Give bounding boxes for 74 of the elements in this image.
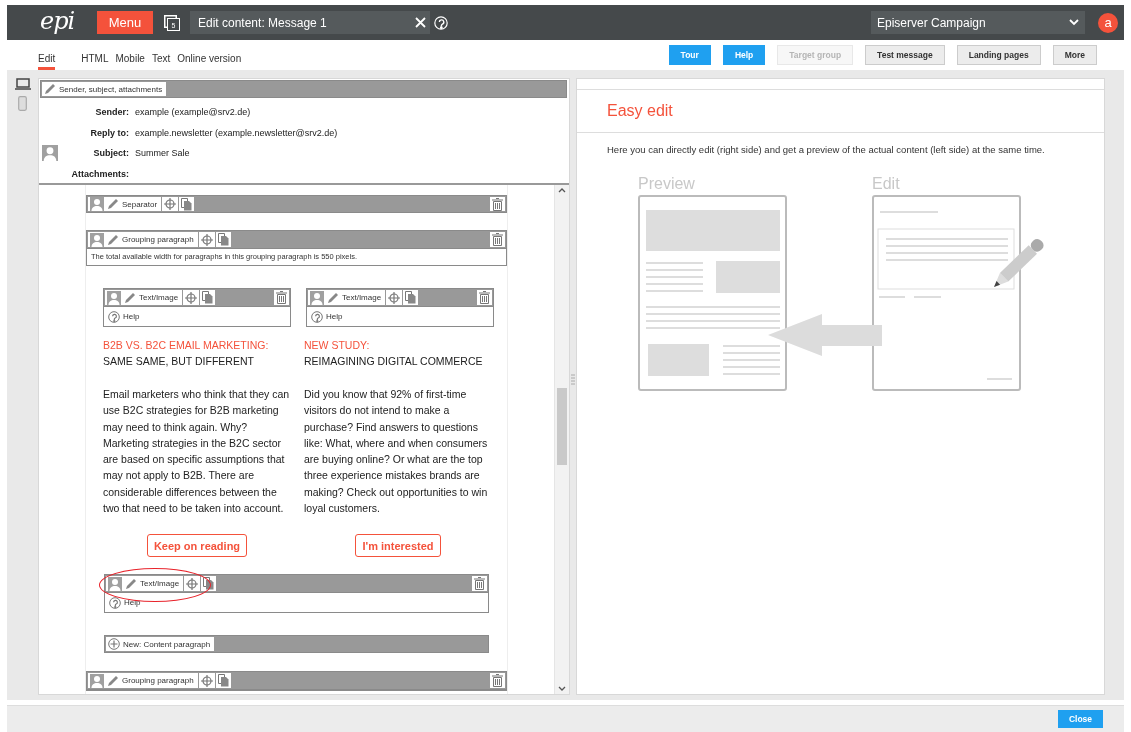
scrollbar[interactable]: [554, 185, 569, 694]
block-label: Text/Image: [342, 293, 383, 302]
copy-icon[interactable]: [181, 197, 193, 211]
block-label: New: Content paragraph: [123, 639, 212, 649]
panel-description: Here you can directly edit (right side) and get a preview of the actual content (left side) at the same time.: [607, 144, 1046, 155]
block-label: Grouping paragraph: [122, 235, 195, 244]
article-subheadline: SAME SAME, BUT DIFFERENT: [103, 354, 255, 369]
trash-icon[interactable]: [474, 577, 485, 591]
copy-icon[interactable]: [217, 674, 229, 688]
copy-icon[interactable]: [217, 233, 229, 246]
scrollbar-thumb[interactable]: [557, 388, 567, 465]
pencil-icon[interactable]: [44, 83, 56, 95]
pencil-icon[interactable]: [124, 291, 136, 304]
logo[interactable]: epi: [40, 5, 96, 36]
help-icon[interactable]: [109, 596, 121, 609]
crosshair-icon[interactable]: [388, 291, 401, 304]
panel-title: Easy edit: [607, 102, 673, 120]
crosshair-icon[interactable]: [186, 577, 199, 590]
article-headline: NEW STUDY:: [304, 338, 371, 353]
crosshair-icon[interactable]: [200, 674, 213, 687]
help-link[interactable]: Help: [326, 312, 343, 321]
block-label: Text/Image: [139, 293, 180, 302]
chevron-down-icon: [1069, 19, 1079, 26]
cta-button[interactable]: I'm interested: [355, 534, 441, 558]
field-label: Reply to:: [89, 127, 129, 138]
pencil-icon[interactable]: [125, 577, 137, 590]
action-button[interactable]: More: [1052, 45, 1097, 65]
campaign-dropdown[interactable]: Episerver Campaign: [871, 11, 1085, 34]
pencil-icon[interactable]: [107, 233, 119, 246]
copy-icon[interactable]: [202, 291, 214, 304]
block-label: Separator: [122, 199, 159, 209]
scroll-down-icon[interactable]: [558, 686, 566, 692]
crosshair-icon[interactable]: [185, 291, 198, 304]
block-label: Grouping paragraph: [122, 676, 195, 686]
help-icon[interactable]: [311, 310, 323, 323]
article-subheadline: REIMAGINING DIGITAL COMMERCE: [304, 354, 484, 369]
article-body: Did you know that 92% of first-time visitors do not intend to make a purchase? Find answers to questions like: What, where and when consumers are buying online? Or what are the top three experience mistakes brands are making? Check out opportunities to win loyal customers.: [304, 387, 489, 517]
scroll-up-icon[interactable]: [558, 187, 566, 193]
field-label: Subject:: [92, 148, 129, 159]
copy-icon[interactable]: [405, 291, 417, 304]
action-button[interactable]: Test message: [865, 45, 945, 65]
help-link[interactable]: Help: [124, 598, 141, 608]
block-label: Sender, subject, attachments: [59, 84, 164, 94]
document-tab[interactable]: Edit content: Message 1: [190, 11, 430, 34]
view-tab[interactable]: Text: [151, 53, 171, 70]
action-button[interactable]: Landing pages: [956, 45, 1041, 65]
field-label: Attachments:: [70, 168, 129, 179]
trash-icon[interactable]: [492, 233, 503, 246]
pencil-icon[interactable]: [327, 291, 339, 304]
field-value: example.newsletter (example.newsletter@srv2.de): [135, 127, 338, 138]
article-body: Email marketers who think that they can use B2C strategies for B2B marketing may need to think again. Why? Marketing strategies in the B2C sector are based on specific assumptions that may not apply to B2B. There are considerable differences between the two that need to be taken into account.: [103, 387, 291, 517]
close-icon[interactable]: [415, 17, 426, 28]
field-value: Summer Sale: [135, 148, 190, 159]
view-tab[interactable]: Mobile: [115, 53, 145, 70]
help-link[interactable]: Help: [123, 312, 140, 321]
field-value: example (example@srv2.de): [135, 107, 251, 118]
view-tab[interactable]: HTML: [81, 53, 109, 70]
trash-icon[interactable]: [492, 197, 503, 211]
user-icon: [42, 145, 58, 162]
copy-icon[interactable]: [203, 577, 215, 591]
help-icon[interactable]: [108, 310, 120, 323]
laptop-icon[interactable]: [14, 78, 31, 90]
trash-icon[interactable]: [492, 674, 503, 688]
article-headline: B2B VS. B2C EMAIL MARKETING:: [103, 338, 270, 353]
crosshair-icon[interactable]: [200, 233, 213, 246]
trash-icon[interactable]: [479, 291, 490, 304]
trash-icon[interactable]: [276, 291, 287, 304]
pencil-icon[interactable]: [107, 674, 119, 687]
field-label: Sender:: [94, 107, 129, 118]
crosshair-icon[interactable]: [164, 198, 177, 210]
view-tab[interactable]: Online version: [177, 53, 242, 70]
add-icon[interactable]: [108, 638, 120, 651]
pencil-icon[interactable]: [107, 198, 119, 210]
block-label: Text/Image: [140, 579, 181, 589]
